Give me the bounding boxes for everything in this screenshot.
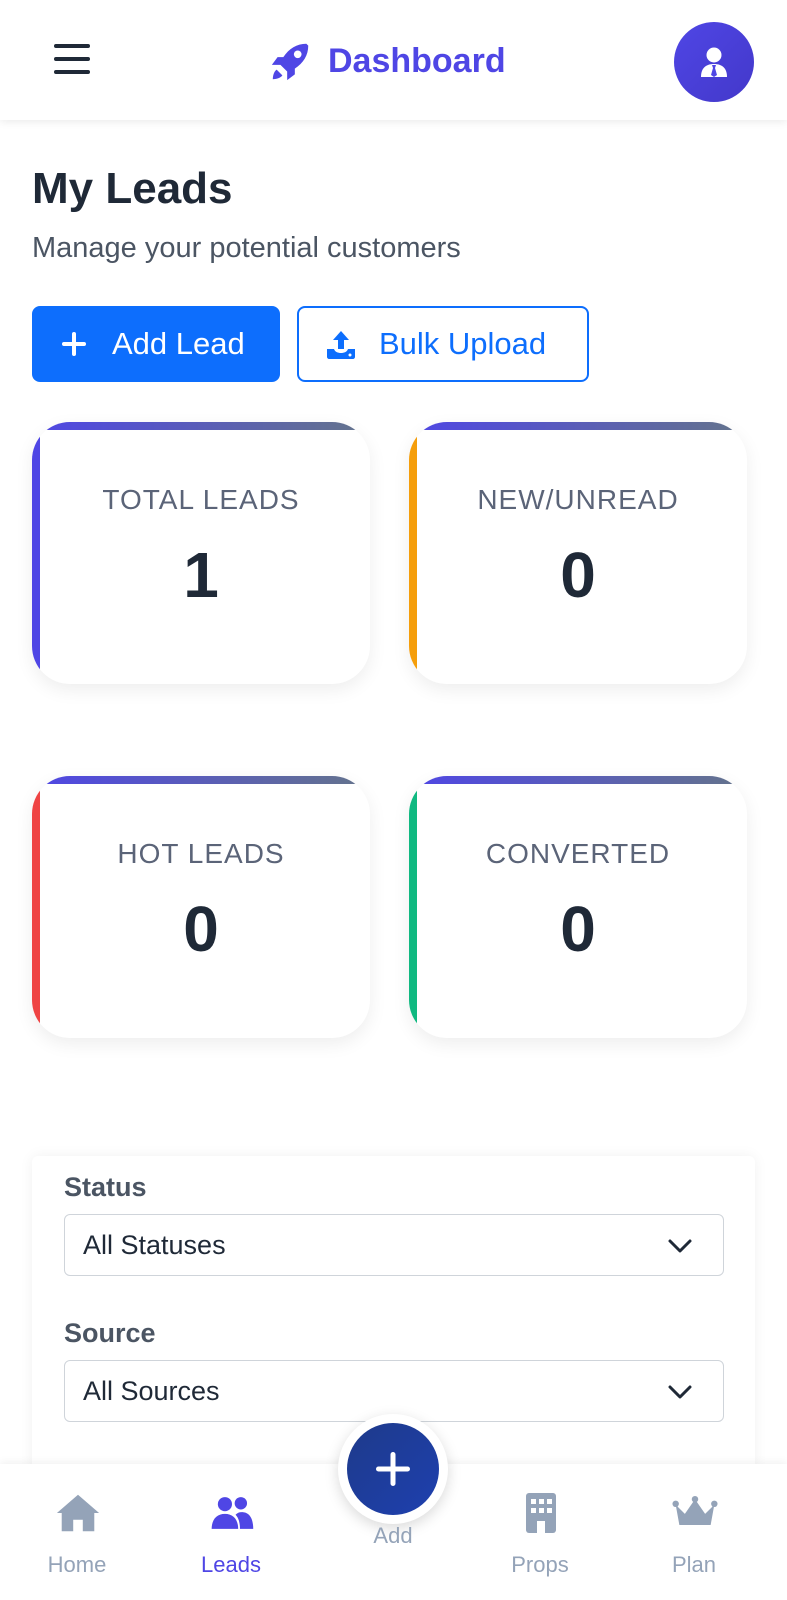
- crown-icon: [672, 1490, 718, 1536]
- app-title: Dashboard: [328, 41, 506, 80]
- home-icon: [55, 1490, 101, 1536]
- stat-card-hot-leads: HOT LEADS 0: [32, 776, 370, 1038]
- nav-item-props[interactable]: Props: [480, 1464, 600, 1600]
- top-bar: Dashboard: [0, 0, 787, 120]
- stat-value: 0: [560, 539, 596, 611]
- add-fab-button[interactable]: [347, 1423, 439, 1515]
- plus-icon: [58, 328, 90, 360]
- source-filter-label: Source: [64, 1318, 156, 1348]
- add-lead-label: Add Lead: [112, 326, 245, 361]
- brand[interactable]: Dashboard: [268, 38, 506, 84]
- nav-item-plan[interactable]: Plan: [634, 1464, 754, 1600]
- page-title: My Leads: [32, 164, 233, 213]
- plus-icon: [376, 1452, 410, 1486]
- user-tie-icon: [701, 47, 727, 77]
- stat-card-new-unread: NEW/UNREAD 0: [409, 422, 747, 684]
- nav-item-leads[interactable]: Leads: [171, 1464, 291, 1600]
- status-select-value: All Statuses: [83, 1229, 226, 1260]
- stat-value: 0: [183, 893, 219, 965]
- nav-label: Home: [47, 1552, 107, 1577]
- nav-label: Leads: [201, 1552, 261, 1577]
- stat-value: 0: [560, 893, 596, 965]
- chevron-down-icon: [668, 1385, 692, 1399]
- source-select[interactable]: All Sources: [64, 1360, 724, 1422]
- stat-card-total-leads: TOTAL LEADS 1: [32, 422, 370, 684]
- hamburger-menu-icon[interactable]: [52, 40, 94, 80]
- status-select[interactable]: All Statuses: [64, 1214, 724, 1276]
- bulk-upload-button[interactable]: Bulk Upload: [297, 306, 589, 382]
- building-icon: [518, 1490, 564, 1536]
- bulk-upload-label: Bulk Upload: [379, 326, 547, 361]
- status-filter-label: Status: [64, 1172, 147, 1202]
- chevron-down-icon: [668, 1239, 692, 1253]
- stat-label: HOT LEADS: [117, 838, 285, 869]
- page-subtitle: Manage your potential customers: [32, 232, 461, 264]
- rocket-icon: [271, 43, 309, 81]
- stat-label: NEW/UNREAD: [477, 484, 679, 515]
- add-lead-button[interactable]: Add Lead: [32, 306, 280, 382]
- nav-label: Props: [511, 1552, 569, 1577]
- nav-item-home[interactable]: Home: [17, 1464, 137, 1600]
- stat-card-converted: CONVERTED 0: [409, 776, 747, 1038]
- stat-label: TOTAL LEADS: [102, 484, 300, 515]
- users-icon: [209, 1490, 255, 1536]
- nav-label-add: Add: [373, 1523, 413, 1548]
- stat-label: CONVERTED: [485, 838, 671, 869]
- avatar[interactable]: [674, 22, 754, 102]
- nav-label: Plan: [671, 1552, 717, 1577]
- source-select-value: All Sources: [83, 1375, 220, 1406]
- stat-value: 1: [183, 539, 219, 611]
- upload-icon: [325, 328, 357, 360]
